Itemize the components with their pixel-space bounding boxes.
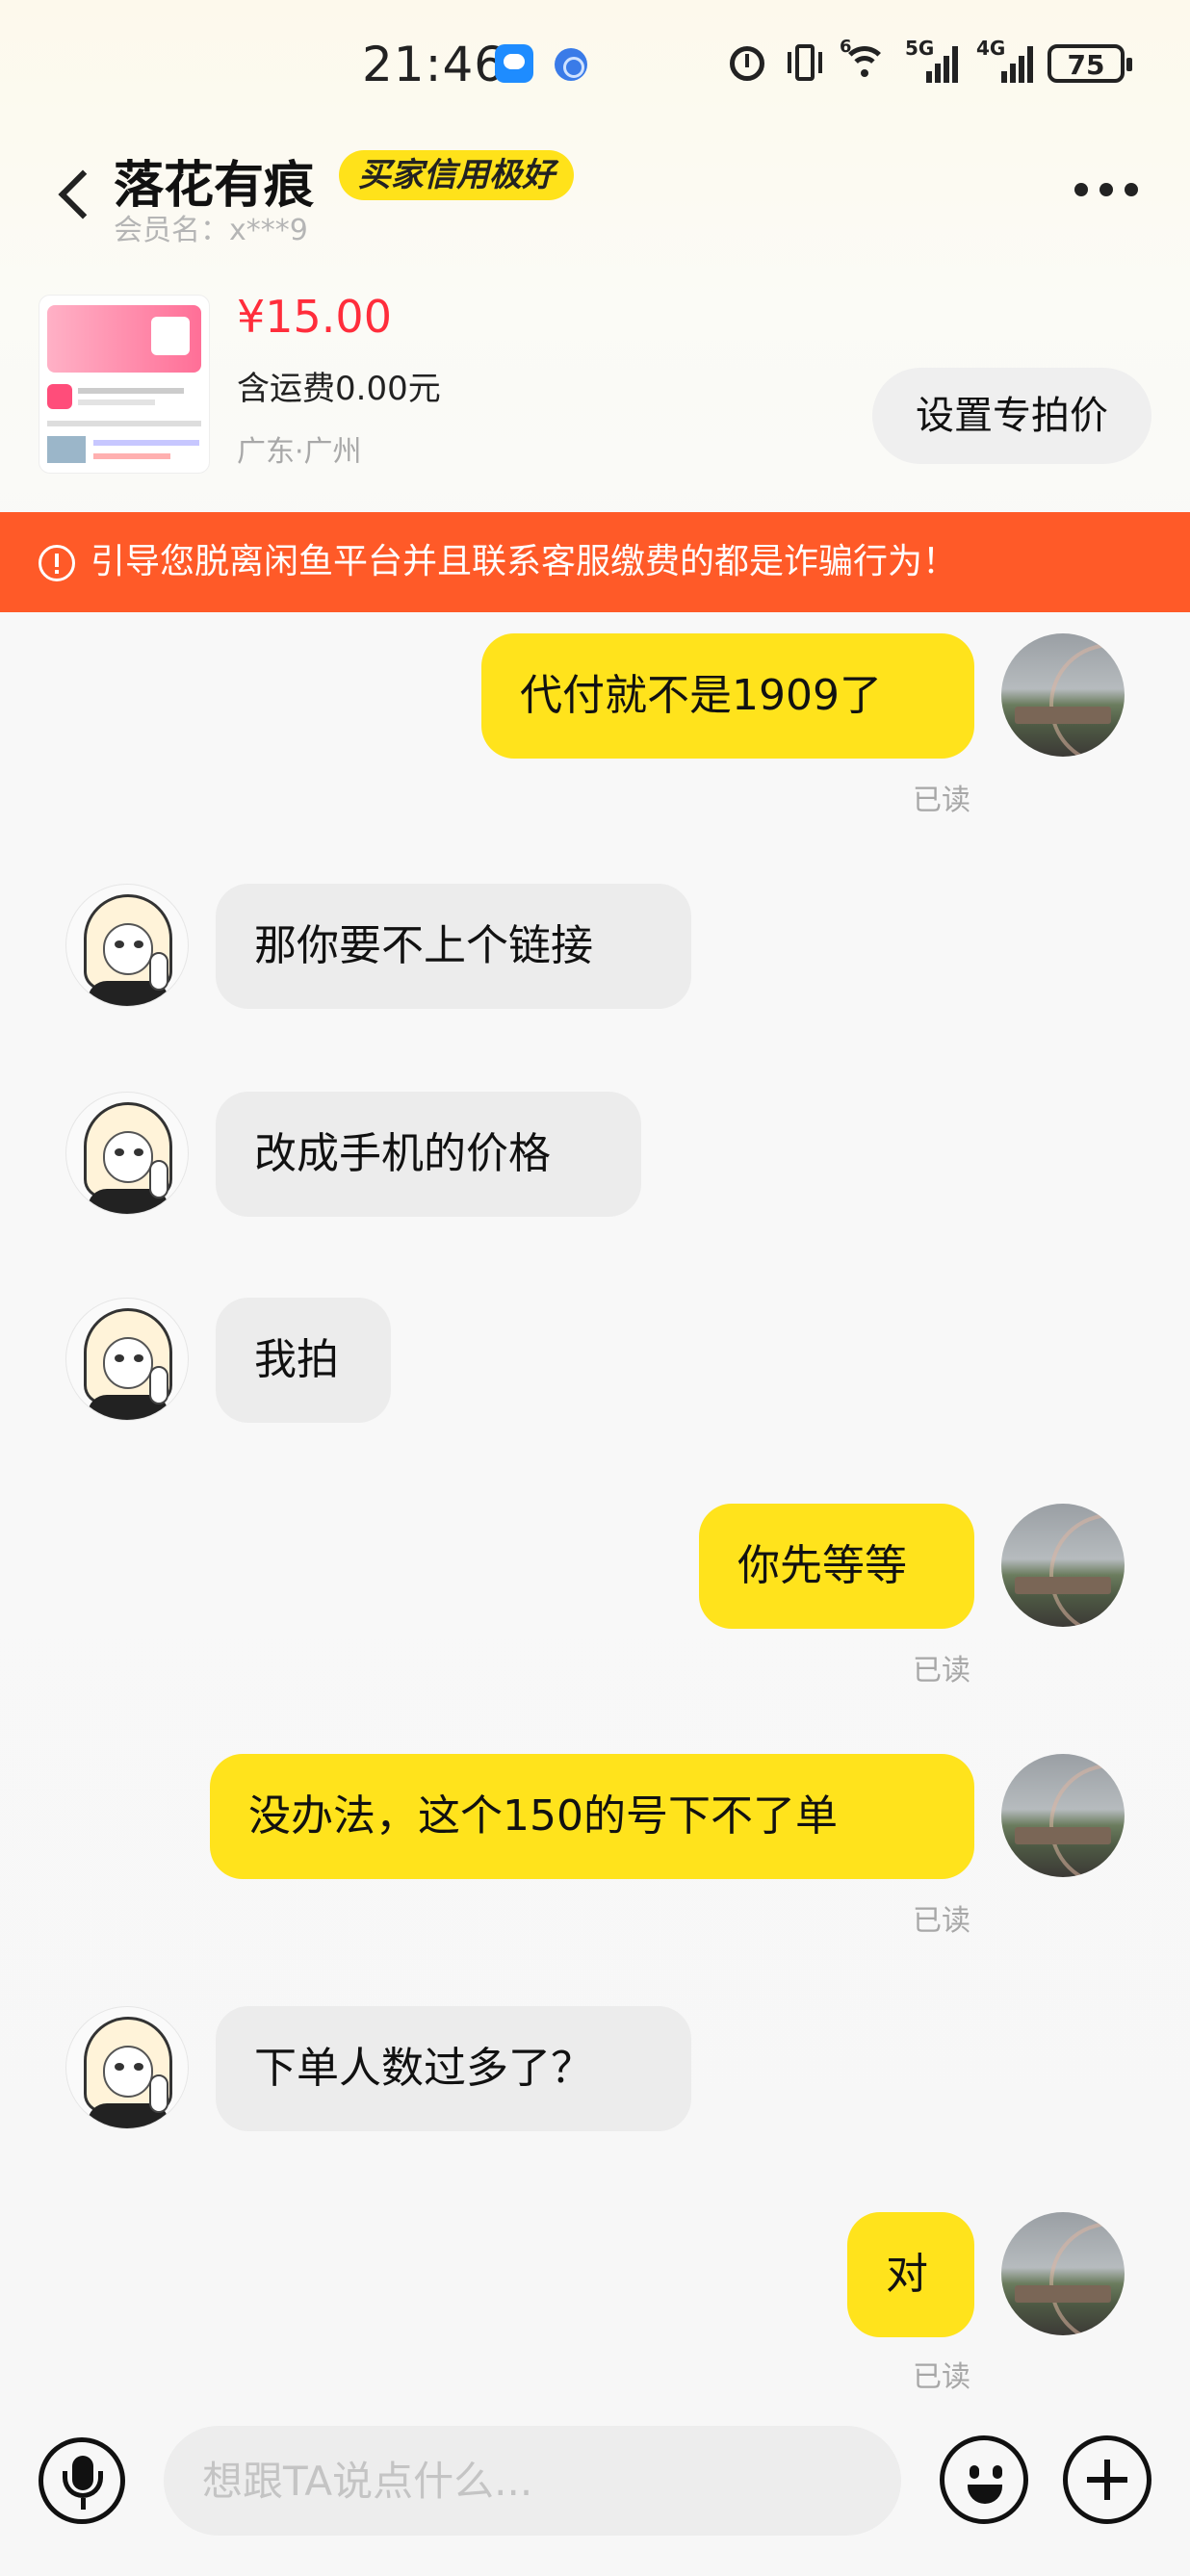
status-time: 21:46 — [362, 37, 506, 92]
vibrate-icon — [786, 40, 824, 85]
product-location: 广东·广州 — [237, 435, 362, 469]
app-notification-icon — [555, 48, 587, 81]
battery-icon: 75 — [1048, 44, 1132, 83]
message-notification-icon — [495, 44, 533, 83]
product-thumbnail[interactable] — [39, 295, 210, 474]
product-price: ¥15.00 — [237, 291, 392, 343]
message-input[interactable] — [164, 2426, 901, 2536]
alarm-icon — [726, 40, 768, 85]
credit-badge: 买家信用极好 — [339, 150, 574, 200]
fraud-warning-banner: 引导您脱离闲鱼平台并且联系客服缴费的都是诈骗行为！ — [0, 512, 1190, 612]
message-bubble-incoming[interactable]: 我拍 — [216, 1298, 391, 1423]
my-avatar[interactable] — [1001, 1754, 1125, 1877]
signal-4g-label: 4G — [976, 37, 1006, 60]
signal-5g-label: 5G — [905, 37, 935, 60]
my-avatar[interactable] — [1001, 633, 1125, 757]
message-bubble-outgoing[interactable]: 你先等等 — [699, 1504, 974, 1629]
product-shipping: 含运费0.00元 — [237, 370, 441, 408]
plus-icon[interactable] — [1063, 2435, 1151, 2524]
member-id: x***9 — [229, 214, 308, 247]
message-bubble-outgoing[interactable]: 对 — [847, 2212, 974, 2337]
wifi-icon: 6 — [840, 37, 893, 85]
signal-5g-icon: 5G — [905, 37, 959, 83]
contact-avatar[interactable] — [65, 1092, 189, 1215]
member-label: 会员名： — [114, 214, 229, 247]
my-avatar[interactable] — [1001, 2212, 1125, 2335]
read-status: 已读 — [913, 784, 970, 817]
status-bar: 21:46 6 5G 4G 75 — [0, 0, 1190, 135]
message-bubble-outgoing[interactable]: 代付就不是1909了 — [481, 633, 974, 759]
member-line: 会员名：x***9 — [114, 206, 308, 248]
back-icon[interactable] — [54, 164, 96, 221]
message-bubble-outgoing[interactable]: 没办法，这个150的号下不了单 — [210, 1754, 974, 1879]
message-bubble-incoming[interactable]: 改成手机的价格 — [216, 1092, 641, 1217]
read-status: 已读 — [913, 1904, 970, 1938]
read-status: 已读 — [913, 2360, 970, 2394]
warning-text: 引导您脱离闲鱼平台并且联系客服缴费的都是诈骗行为！ — [91, 542, 958, 581]
wifi-label: 6 — [840, 37, 852, 57]
message-bubble-incoming[interactable]: 下单人数过多了？ — [216, 2006, 691, 2131]
contact-avatar[interactable] — [65, 884, 189, 1007]
battery-level: 75 — [1067, 49, 1105, 81]
warning-icon — [39, 545, 75, 581]
read-status: 已读 — [913, 1654, 970, 1687]
message-bubble-incoming[interactable]: 那你要不上个链接 — [216, 884, 691, 1009]
my-avatar[interactable] — [1001, 1504, 1125, 1627]
more-icon[interactable] — [1074, 183, 1142, 198]
microphone-icon[interactable] — [39, 2437, 125, 2524]
contact-avatar[interactable] — [65, 1298, 189, 1421]
emoji-icon[interactable] — [940, 2435, 1028, 2524]
contact-avatar[interactable] — [65, 2006, 189, 2129]
set-special-price-button[interactable]: 设置专拍价 — [872, 368, 1151, 464]
signal-4g-icon: 4G — [976, 37, 1036, 83]
